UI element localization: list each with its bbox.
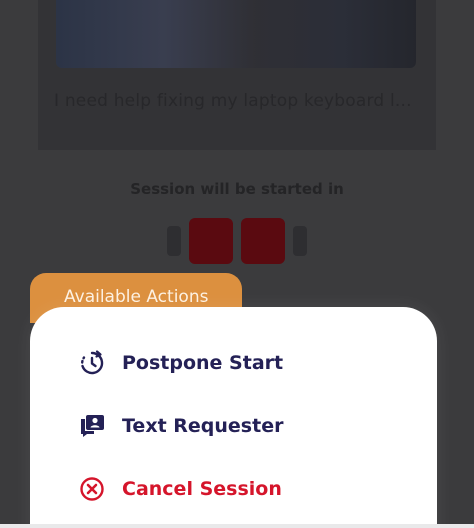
chat-user-icon bbox=[78, 412, 106, 440]
postpone-start-label: Postpone Start bbox=[122, 352, 284, 374]
background-timer-digit bbox=[189, 218, 233, 264]
clock-postpone-icon bbox=[78, 349, 106, 377]
text-requester-label: Text Requester bbox=[122, 415, 284, 437]
background-video-thumbnail bbox=[56, 0, 416, 68]
background-video-title: I need help fixing my laptop keyboard l.… bbox=[54, 91, 412, 111]
postpone-start-button[interactable]: Postpone Start bbox=[78, 343, 283, 383]
background-session-countdown-text: Session will be started in bbox=[130, 180, 344, 198]
background-timer-left bbox=[167, 226, 181, 256]
bottom-edge bbox=[0, 524, 474, 528]
background-timer-right bbox=[293, 226, 307, 256]
text-requester-button[interactable]: Text Requester bbox=[78, 406, 283, 446]
cancel-session-label: Cancel Session bbox=[122, 478, 282, 500]
cancel-session-button[interactable]: Cancel Session bbox=[78, 469, 282, 509]
available-actions-label: Available Actions bbox=[64, 287, 209, 307]
cancel-circle-icon bbox=[78, 475, 106, 503]
actions-sheet: Postpone Start Text Requester Cancel Ses… bbox=[30, 307, 437, 528]
background-countdown-timer bbox=[148, 218, 326, 264]
screen: I need help fixing my laptop keyboard l.… bbox=[0, 0, 474, 528]
background-timer-digit bbox=[241, 218, 285, 264]
